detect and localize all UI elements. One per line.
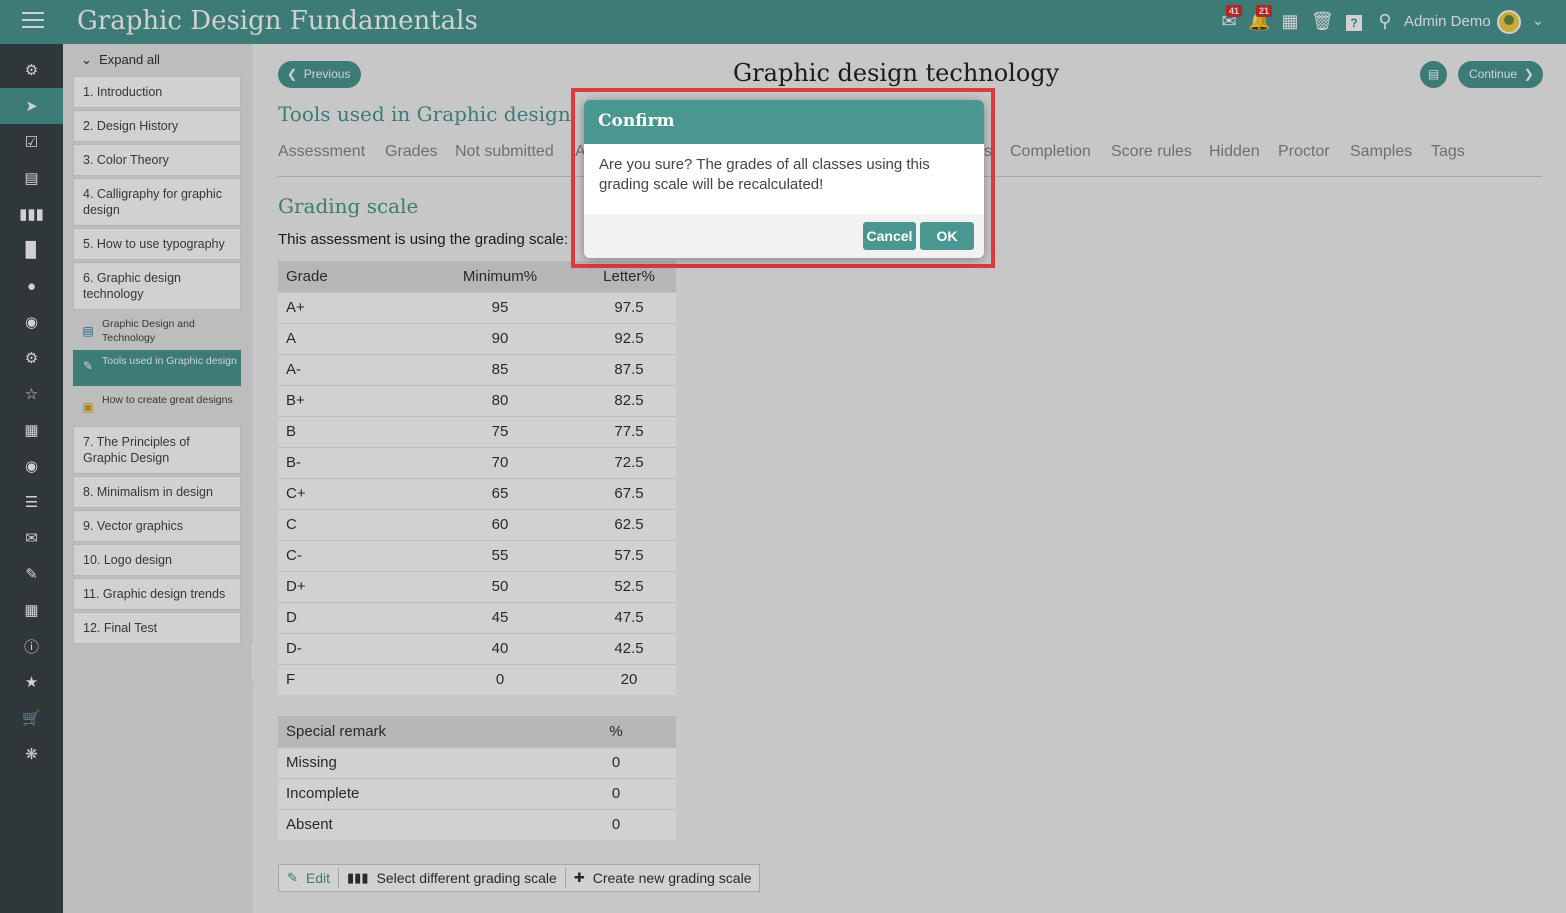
cancel-button[interactable]: Cancel — [863, 222, 916, 250]
ok-button[interactable]: OK — [920, 222, 974, 250]
dialog-footer: Cancel OK — [584, 214, 984, 258]
dialog-message: Are you sure? The grades of all classes … — [599, 156, 930, 193]
confirm-dialog: Confirm Are you sure? The grades of all … — [584, 100, 984, 258]
dialog-title: Confirm — [584, 100, 984, 144]
